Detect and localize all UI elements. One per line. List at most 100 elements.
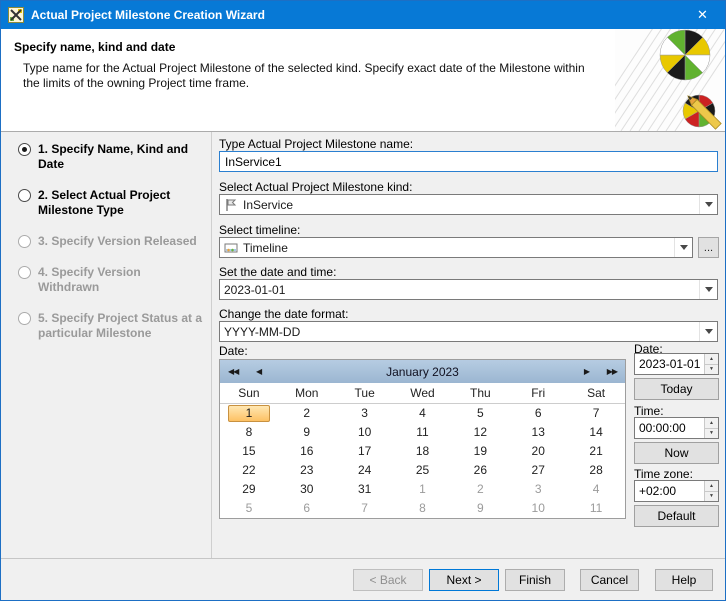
milestone-name-input[interactable] bbox=[219, 151, 718, 172]
calendar-day[interactable]: 1 bbox=[220, 404, 278, 423]
calendar-day[interactable]: 8 bbox=[220, 423, 278, 442]
calendar-day[interactable]: 9 bbox=[278, 423, 336, 442]
calendar-day[interactable]: 16 bbox=[278, 442, 336, 461]
wizard-step[interactable]: 1. Specify Name, Kind and Date bbox=[18, 142, 203, 172]
calendar-day[interactable]: 4 bbox=[567, 480, 625, 499]
spinner-down-icon[interactable]: ▼ bbox=[705, 429, 718, 439]
step-radio[interactable] bbox=[18, 143, 31, 156]
calendar-day[interactable]: 7 bbox=[567, 404, 625, 423]
side-timezone-label: Time zone: bbox=[634, 467, 693, 481]
calendar-weekdays: SunMonTueWedThuFriSat bbox=[220, 383, 625, 404]
time-spinner[interactable]: 00:00:00 ▲ ▼ bbox=[634, 417, 719, 439]
format-value: YYYY-MM-DD bbox=[224, 325, 699, 339]
calendar-day[interactable]: 13 bbox=[509, 423, 567, 442]
step-radio bbox=[18, 235, 31, 248]
date-spinner[interactable]: 2023-01-01 ▲ ▼ bbox=[634, 353, 719, 375]
calendar-day[interactable]: 29 bbox=[220, 480, 278, 499]
calendar-day[interactable]: 10 bbox=[509, 499, 567, 518]
next-button[interactable]: Next > bbox=[429, 569, 499, 591]
calendar-day[interactable]: 28 bbox=[567, 461, 625, 480]
timezone-spinner[interactable]: +02:00 ▲ ▼ bbox=[634, 480, 719, 502]
prev-year-button[interactable]: ◀◀ bbox=[228, 360, 238, 383]
calendar-day[interactable]: 15 bbox=[220, 442, 278, 461]
name-label: Type Actual Project Milestone name: bbox=[219, 137, 413, 151]
timeline-select[interactable]: Timeline bbox=[219, 237, 693, 258]
next-year-button[interactable]: ▶▶ bbox=[607, 360, 617, 383]
weekday-label: Sat bbox=[567, 386, 625, 400]
calendar-day[interactable]: 6 bbox=[509, 404, 567, 423]
calendar-day[interactable]: 11 bbox=[567, 499, 625, 518]
spinner-up-icon[interactable]: ▲ bbox=[705, 354, 718, 365]
calendar-day[interactable]: 23 bbox=[278, 461, 336, 480]
calendar-day[interactable]: 22 bbox=[220, 461, 278, 480]
calendar-day[interactable]: 5 bbox=[451, 404, 509, 423]
calendar-day[interactable]: 8 bbox=[394, 499, 452, 518]
weekday-label: Mon bbox=[278, 386, 336, 400]
calendar-day[interactable]: 7 bbox=[336, 499, 394, 518]
calendar-day[interactable]: 19 bbox=[451, 442, 509, 461]
calendar-day[interactable]: 6 bbox=[278, 499, 336, 518]
calendar-day[interactable]: 3 bbox=[509, 480, 567, 499]
calendar: ◀◀ ◀ January 2023 ▶ ▶▶ SunMonTueWedThuFr… bbox=[219, 359, 626, 519]
next-month-button[interactable]: ▶ bbox=[584, 360, 589, 383]
weekday-label: Tue bbox=[336, 386, 394, 400]
timezone-spinner-value: +02:00 bbox=[635, 481, 704, 501]
kind-select[interactable]: InService bbox=[219, 194, 718, 215]
wizard-steps: 1. Specify Name, Kind and Date 2. Select … bbox=[1, 132, 212, 560]
calendar-day[interactable]: 20 bbox=[509, 442, 567, 461]
spinner-down-icon[interactable]: ▼ bbox=[705, 492, 718, 502]
calendar-day[interactable]: 21 bbox=[567, 442, 625, 461]
kind-value: InService bbox=[243, 198, 699, 212]
spinner-up-icon[interactable]: ▲ bbox=[705, 418, 718, 429]
titlebar[interactable]: Actual Project Milestone Creation Wizard… bbox=[1, 1, 725, 29]
now-button[interactable]: Now bbox=[634, 442, 719, 464]
calendar-day[interactable]: 3 bbox=[336, 404, 394, 423]
close-button[interactable]: ✕ bbox=[680, 1, 725, 29]
timezone-spinner-buttons: ▲ ▼ bbox=[704, 481, 718, 501]
wizard-header: Specify name, kind and date Type name fo… bbox=[1, 29, 725, 132]
main-panel: Type Actual Project Milestone name: Sele… bbox=[219, 132, 719, 560]
calendar-day[interactable]: 25 bbox=[394, 461, 452, 480]
datetime-select[interactable]: 2023-01-01 bbox=[219, 279, 718, 300]
help-button[interactable]: Help bbox=[655, 569, 713, 591]
calendar-day[interactable]: 24 bbox=[336, 461, 394, 480]
spinner-down-icon[interactable]: ▼ bbox=[705, 365, 718, 375]
today-button[interactable]: Today bbox=[634, 378, 719, 400]
spinner-up-icon[interactable]: ▲ bbox=[705, 481, 718, 492]
calendar-day[interactable]: 12 bbox=[451, 423, 509, 442]
kind-label: Select Actual Project Milestone kind: bbox=[219, 180, 412, 194]
footer: < Back Next > Finish Cancel Help bbox=[1, 558, 725, 600]
calendar-day[interactable]: 10 bbox=[336, 423, 394, 442]
wizard-step: 3. Specify Version Released bbox=[18, 234, 203, 249]
datetime-value: 2023-01-01 bbox=[224, 283, 699, 297]
step-radio bbox=[18, 266, 31, 279]
calendar-day[interactable]: 1 bbox=[394, 480, 452, 499]
calendar-day[interactable]: 11 bbox=[394, 423, 452, 442]
calendar-day[interactable]: 26 bbox=[451, 461, 509, 480]
step-radio[interactable] bbox=[18, 189, 31, 202]
default-button[interactable]: Default bbox=[634, 505, 719, 527]
wizard-step[interactable]: 2. Select Actual Project Milestone Type bbox=[18, 188, 203, 218]
weekday-label: Fri bbox=[509, 386, 567, 400]
calendar-day[interactable]: 5 bbox=[220, 499, 278, 518]
calendar-day[interactable]: 14 bbox=[567, 423, 625, 442]
step-label: 2. Select Actual Project Milestone Type bbox=[38, 188, 203, 218]
calendar-day[interactable]: 9 bbox=[451, 499, 509, 518]
format-select[interactable]: YYYY-MM-DD bbox=[219, 321, 718, 342]
prev-month-button[interactable]: ◀ bbox=[256, 360, 261, 383]
cancel-button[interactable]: Cancel bbox=[580, 569, 639, 591]
calendar-day[interactable]: 18 bbox=[394, 442, 452, 461]
time-spinner-value: 00:00:00 bbox=[635, 418, 704, 438]
calendar-day[interactable]: 2 bbox=[278, 404, 336, 423]
wizard-art bbox=[615, 29, 725, 131]
timeline-browse-button[interactable]: ... bbox=[698, 237, 719, 258]
finish-button[interactable]: Finish bbox=[505, 569, 565, 591]
calendar-day[interactable]: 30 bbox=[278, 480, 336, 499]
app-icon bbox=[8, 7, 24, 23]
calendar-day[interactable]: 2 bbox=[451, 480, 509, 499]
datetime-dropdown-arrow-icon bbox=[699, 280, 717, 299]
calendar-day[interactable]: 17 bbox=[336, 442, 394, 461]
calendar-day[interactable]: 4 bbox=[394, 404, 452, 423]
calendar-day[interactable]: 27 bbox=[509, 461, 567, 480]
calendar-day[interactable]: 31 bbox=[336, 480, 394, 499]
